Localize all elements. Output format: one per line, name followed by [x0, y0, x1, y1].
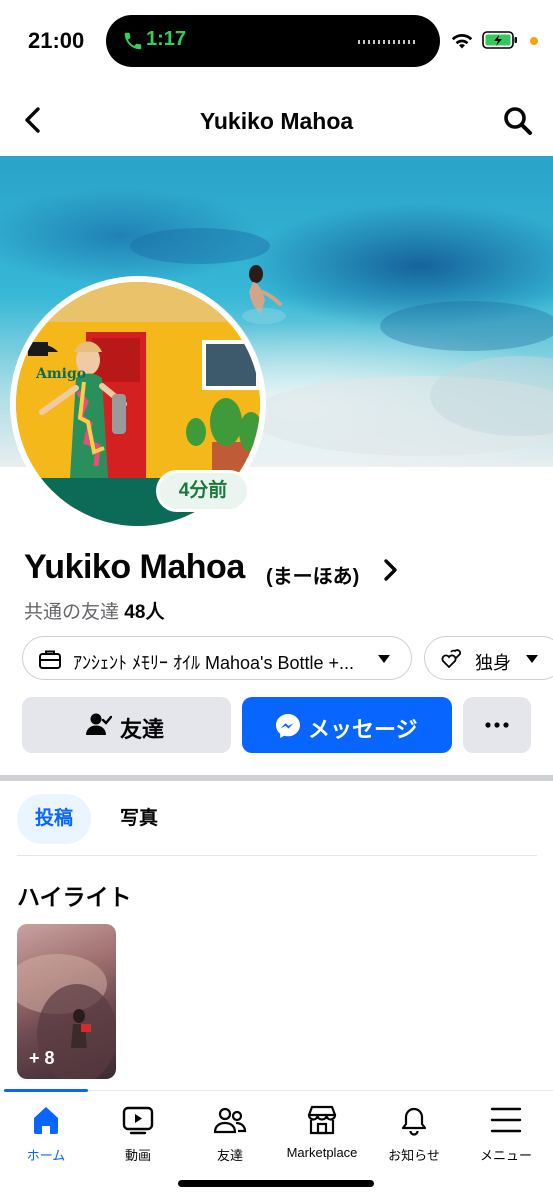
briefcase-icon	[39, 650, 61, 669]
friends-button[interactable]: 友達	[22, 697, 231, 753]
menu-icon	[490, 1107, 522, 1133]
call-timer: 1:17	[146, 28, 187, 50]
section-divider	[0, 775, 553, 781]
tabs-divider	[17, 855, 537, 856]
more-horizontal-icon	[485, 722, 509, 728]
friend-check-icon	[86, 713, 112, 735]
privacy-indicator	[530, 37, 538, 45]
mutual-friends-label: 共通の友達	[24, 602, 120, 623]
nav-home-label: ホーム	[26, 1148, 66, 1163]
home-indicator[interactable]	[178, 1180, 374, 1187]
caret-down-icon	[526, 655, 538, 663]
phone-icon	[124, 32, 142, 50]
highlights-title: ハイライト	[17, 884, 132, 910]
friends-button-label: 友達	[120, 717, 165, 742]
mutual-friends-unit: 人	[145, 602, 165, 623]
relationship-chip-label: 独身	[475, 653, 511, 673]
highlight-card[interactable]: + 8	[17, 924, 116, 1079]
nav-notifications[interactable]: お知らせ	[368, 1103, 460, 1167]
mutual-friends-count: 48	[124, 602, 146, 623]
nav-marketplace-label: Marketplace	[286, 1145, 358, 1160]
friends-icon	[213, 1107, 247, 1134]
messenger-icon	[276, 714, 300, 738]
audio-waveform	[358, 40, 418, 44]
hearts-icon	[441, 649, 462, 669]
nav-video[interactable]: 動画	[92, 1103, 184, 1167]
status-clock: 21:00	[28, 28, 85, 53]
avatar-sign-text: Amigo	[36, 366, 87, 382]
active-tab-indicator	[4, 1089, 88, 1092]
profile-name: Yukiko Mahoa	[24, 548, 245, 586]
chevron-right-icon[interactable]	[380, 557, 400, 583]
nav-friends-label: 友達	[216, 1148, 243, 1163]
tab-posts[interactable]: 投稿	[17, 794, 91, 844]
status-bar: 21:00 1:17	[0, 0, 553, 84]
wifi-icon	[451, 34, 473, 49]
caret-down-icon	[378, 655, 390, 663]
message-button[interactable]: メッセージ	[242, 697, 452, 753]
nav-video-label: 動画	[124, 1148, 151, 1163]
nav-menu-label: メニュー	[479, 1148, 532, 1163]
nav-notifications-label: お知らせ	[388, 1148, 440, 1163]
dynamic-island[interactable]: 1:17	[106, 15, 440, 67]
active-time-badge: 4分前	[156, 470, 250, 512]
relationship-chip[interactable]: 独身	[424, 636, 553, 680]
header-title: Yukiko Mahoa	[199, 108, 354, 134]
profile-alternate-name: (まーほあ)	[266, 566, 360, 588]
tab-photos[interactable]: 写真	[102, 794, 176, 844]
nav-friends[interactable]: 友達	[184, 1103, 276, 1167]
bell-icon	[401, 1107, 427, 1136]
nav-home[interactable]: ホーム	[0, 1103, 92, 1167]
marketplace-icon	[307, 1105, 337, 1135]
more-options-button[interactable]	[463, 697, 531, 753]
video-icon	[122, 1106, 154, 1135]
highlight-count: + 8	[29, 1048, 55, 1068]
home-icon	[34, 1107, 58, 1134]
nav-menu[interactable]: メニュー	[460, 1103, 552, 1167]
nav-marketplace[interactable]: Marketplace	[276, 1103, 368, 1167]
message-button-label: メッセージ	[308, 717, 418, 742]
search-icon[interactable]	[502, 105, 534, 137]
swimmer-figure	[242, 265, 286, 324]
work-chip[interactable]: ｱﾝｼｪﾝﾄ ﾒﾓﾘｰ ｵｲﾙ Mahoa's Bottle +...	[22, 636, 412, 680]
work-chip-label: ｱﾝｼｪﾝﾄ ﾒﾓﾘｰ ｵｲﾙ Mahoa's Bottle +...	[73, 653, 355, 673]
mutual-friends[interactable]: 共通の友達 48人	[24, 597, 164, 624]
profile-header: Yukiko Mahoa	[0, 90, 553, 152]
battery-icon	[482, 31, 517, 49]
